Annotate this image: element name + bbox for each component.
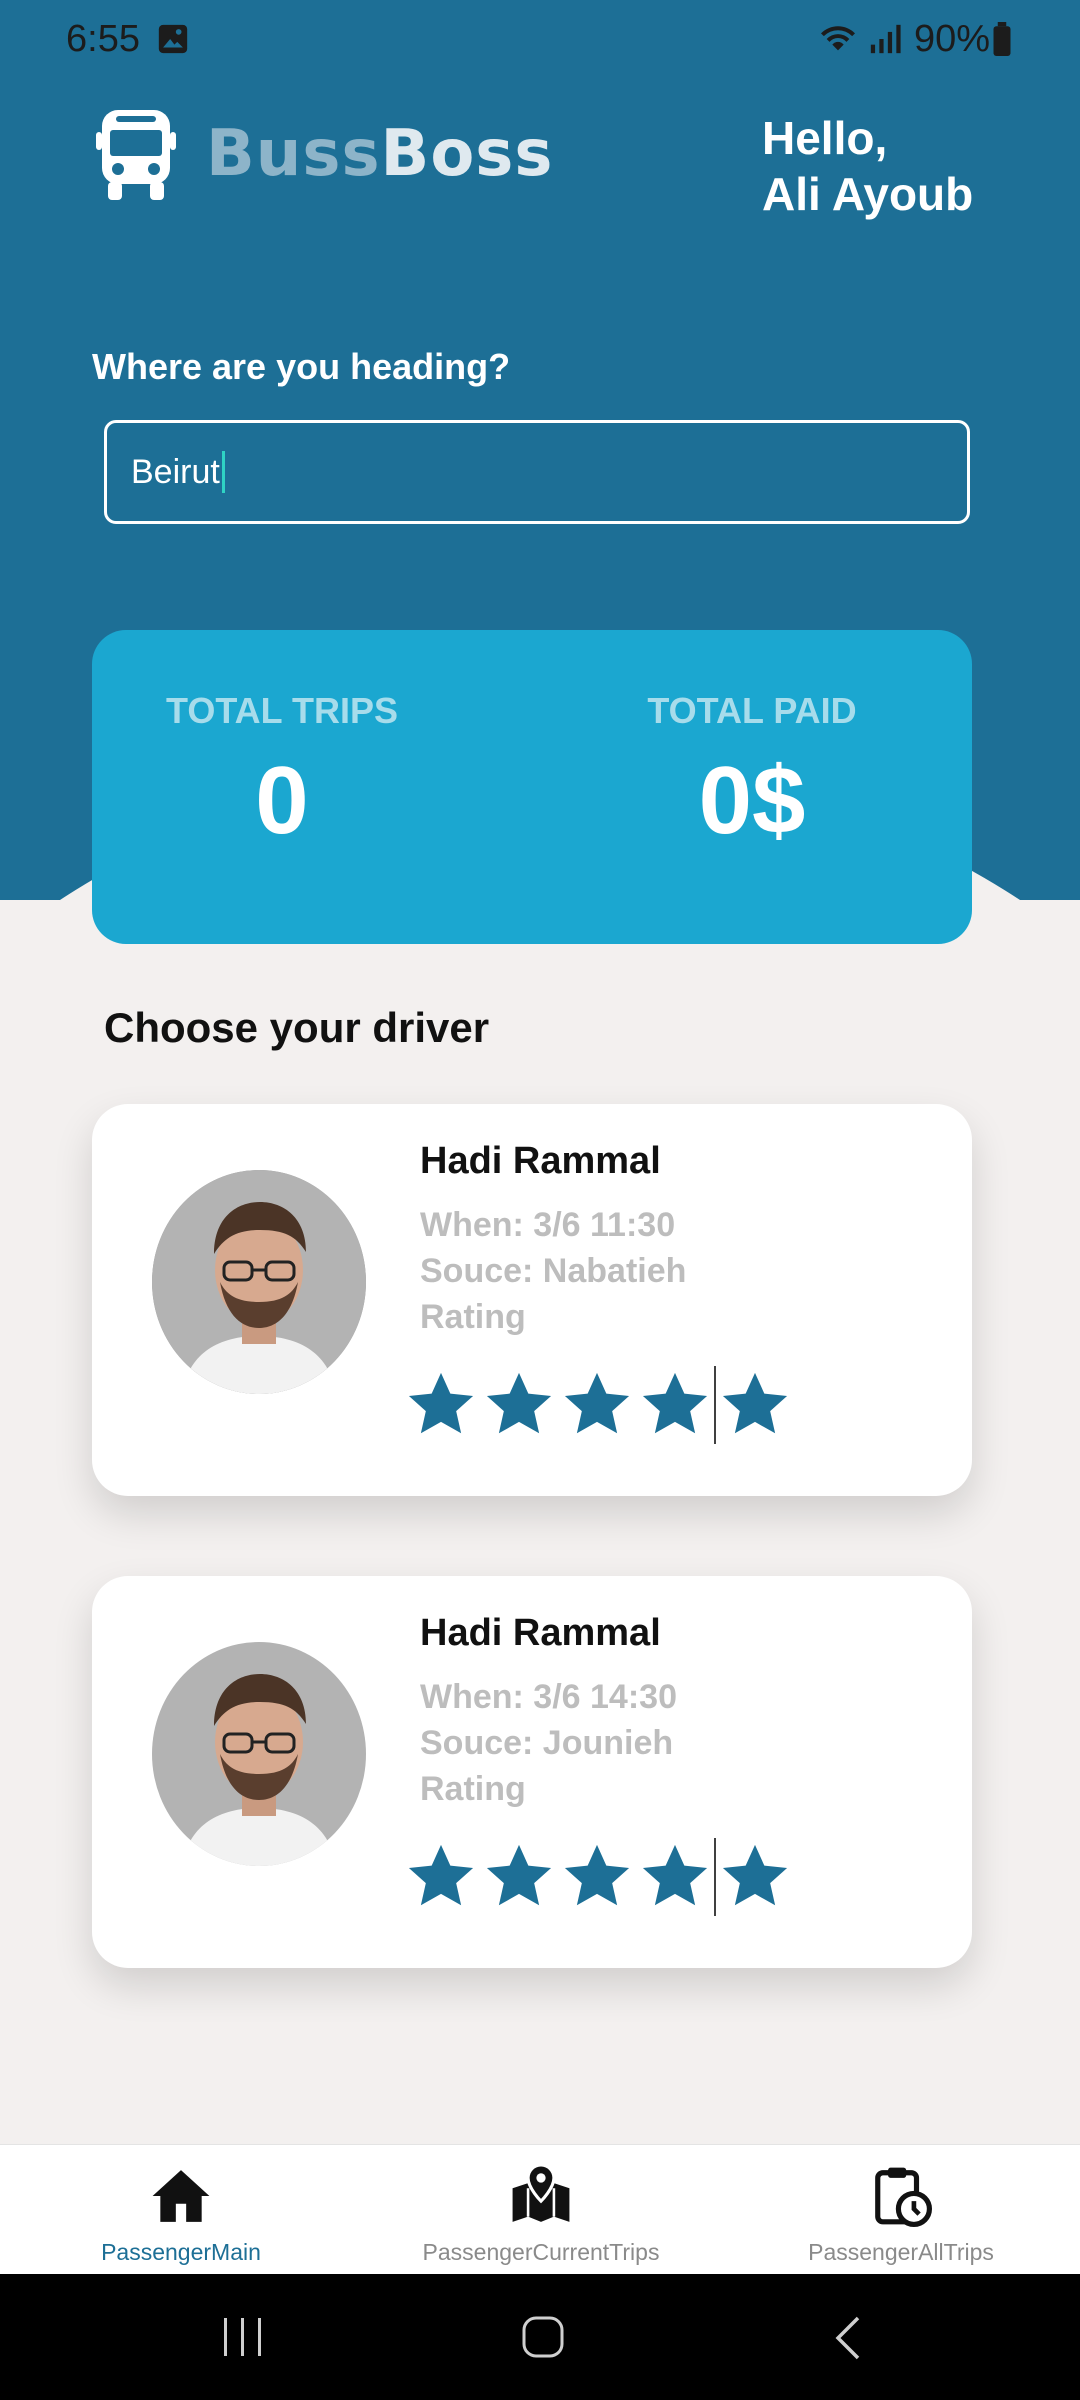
trip-source: Souce: Nabatieh — [420, 1252, 687, 1290]
greeting-line1: Hello, — [762, 112, 888, 164]
back-icon[interactable] — [830, 2314, 864, 2362]
signal-icon — [870, 24, 901, 54]
total-paid-value: 0$ — [698, 747, 806, 854]
star-icon[interactable] — [482, 1370, 556, 1440]
total-trips-value: 0 — [255, 747, 309, 854]
app-logo: BussBoss — [96, 106, 553, 202]
map-pin-icon — [512, 2165, 570, 2222]
rating-label: Rating — [420, 1298, 526, 1336]
recent-apps-icon[interactable] — [220, 2316, 266, 2358]
star-icon[interactable] — [638, 1842, 712, 1912]
home-icon — [152, 2170, 210, 2222]
logo-text-part2: Boss — [380, 117, 554, 191]
clipboard-clock-icon — [875, 2167, 932, 2227]
nav-passenger-current-trips[interactable]: PassengerCurrentTrips — [391, 2165, 691, 2266]
battery-icon — [993, 22, 1011, 56]
driver-info: When: 3/6 14:30 Souce: Jounieh Rating — [420, 1674, 677, 1812]
home-button-icon[interactable] — [520, 2314, 566, 2360]
wifi-icon — [821, 26, 855, 51]
total-trips-label: TOTAL TRIPS — [165, 690, 398, 731]
bus-icon — [96, 110, 176, 200]
driver-info: When: 3/6 11:30 Souce: Nabatieh Rating — [420, 1202, 686, 1340]
driver-card[interactable]: Hadi Rammal When: 3/6 14:30 Souce: Jouni… — [92, 1576, 972, 1968]
logo-text-part1: Buss — [206, 117, 381, 191]
star-icon[interactable] — [638, 1370, 712, 1440]
trip-time: When: 3/6 11:30 — [420, 1206, 676, 1244]
destination-input-value: Beirut — [131, 452, 220, 491]
total-paid-label: TOTAL PAID — [647, 690, 857, 731]
star-icon[interactable] — [718, 1370, 792, 1440]
destination-label: Where are you heading? — [92, 346, 511, 387]
text-caret — [221, 451, 225, 493]
nav-passenger-main[interactable]: PassengerMain — [31, 2165, 331, 2266]
rating-stars[interactable] — [404, 1366, 796, 1444]
image-icon — [158, 24, 188, 54]
battery-percentage: 90% — [914, 18, 991, 60]
bottom-navigation: PassengerMain PassengerCurrentTrips Pass… — [0, 2144, 1080, 2274]
star-icon[interactable] — [560, 1842, 634, 1912]
star-icon[interactable] — [560, 1370, 634, 1440]
nav-label: PassengerMain — [101, 2239, 261, 2265]
star-icon[interactable] — [718, 1842, 792, 1912]
rating-stars[interactable] — [404, 1838, 796, 1916]
nav-label: PassengerCurrentTrips — [422, 2239, 660, 2265]
star-icon[interactable] — [404, 1842, 478, 1912]
driver-name: Hadi Rammal — [420, 1140, 661, 1182]
user-name: Ali Ayoub — [762, 168, 974, 220]
stats-card: TOTAL TRIPS 0 TOTAL PAID 0$ — [92, 630, 972, 944]
driver-avatar — [152, 1642, 366, 1866]
driver-name: Hadi Rammal — [420, 1612, 661, 1654]
trip-source: Souce: Jounieh — [420, 1724, 674, 1762]
status-time: 6:55 — [66, 18, 140, 60]
total-trips-stat: TOTAL TRIPS 0 — [162, 690, 402, 856]
rating-divider — [714, 1838, 716, 1916]
rating-divider — [714, 1366, 716, 1444]
trip-time: When: 3/6 14:30 — [420, 1678, 677, 1716]
drivers-section-title: Choose your driver — [104, 1004, 490, 1051]
nav-label: PassengerAllTrips — [808, 2239, 994, 2265]
greeting: Hello, Ali Ayoub — [762, 110, 973, 222]
status-bar: 6:55 90% — [0, 0, 1080, 80]
app-name: BussBoss — [206, 117, 553, 191]
driver-avatar — [152, 1170, 366, 1394]
rating-label: Rating — [420, 1770, 526, 1808]
system-navigation-bar — [0, 2274, 1080, 2400]
star-icon[interactable] — [482, 1842, 556, 1912]
destination-input[interactable]: Beirut — [104, 420, 970, 524]
driver-card[interactable]: Hadi Rammal When: 3/6 11:30 Souce: Nabat… — [92, 1104, 972, 1496]
nav-passenger-all-trips[interactable]: PassengerAllTrips — [751, 2165, 1051, 2266]
total-paid-stat: TOTAL PAID 0$ — [642, 690, 862, 856]
star-icon[interactable] — [404, 1370, 478, 1440]
